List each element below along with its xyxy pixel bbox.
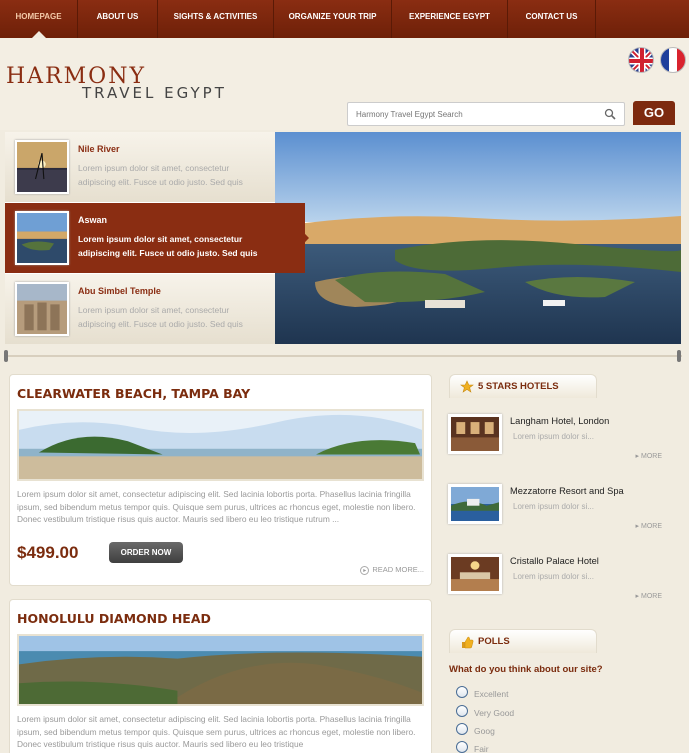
slide-title: Aswan bbox=[78, 215, 108, 225]
featured-slider: Nile River Lorem ipsum dolor sit amet, c… bbox=[5, 132, 681, 344]
polls-section-title: Polls bbox=[478, 636, 510, 647]
hotel-name[interactable]: Cristallo Palace Hotel bbox=[510, 556, 599, 566]
cristallo-palace-thumbnail[interactable] bbox=[448, 554, 502, 594]
hotel-name[interactable]: Langham Hotel, London bbox=[510, 416, 609, 426]
poll-option-label: Fair bbox=[474, 744, 489, 753]
radio-button[interactable] bbox=[456, 741, 468, 753]
slide-item-nile-river[interactable]: Nile River Lorem ipsum dolor sit amet, c… bbox=[5, 132, 275, 202]
search-go-button[interactable]: GO bbox=[633, 101, 675, 125]
hotel-more-link[interactable]: ▸ More bbox=[636, 592, 662, 600]
hotels-section-title: 5 Stars Hotels bbox=[478, 381, 559, 392]
hotel-item: Cristallo Palace Hotel Lorem ipsum dolor… bbox=[448, 554, 666, 610]
more-label: More bbox=[641, 523, 662, 530]
slide-title: Abu Simbel Temple bbox=[78, 286, 161, 296]
poll-option-label: Goog bbox=[474, 726, 495, 736]
slide-description: Lorem ipsum dolor sit amet, consectetur … bbox=[78, 163, 243, 187]
poll-option-label: Very Good bbox=[474, 708, 515, 718]
card-title[interactable]: Clearwater Beach, Tampa Bay bbox=[17, 386, 250, 401]
card-description: Lorem ipsum dolor sit amet, consectetur … bbox=[17, 714, 416, 750]
slide-description: Lorem ipsum dolor sit amet, consectetur … bbox=[78, 305, 243, 329]
main-nav: Homepage About us Sights & Activities Or… bbox=[0, 0, 689, 38]
nav-contact-us[interactable]: Contact us bbox=[508, 0, 596, 38]
thumbs-up-icon bbox=[462, 636, 474, 649]
radio-button[interactable] bbox=[456, 723, 468, 735]
nav-about-us[interactable]: About us bbox=[78, 0, 158, 38]
arrow-right-icon: ▸ bbox=[360, 565, 370, 575]
aswan-thumbnail bbox=[15, 211, 69, 265]
logo-travel-egypt: Travel Egypt bbox=[82, 84, 227, 102]
hotel-description: Lorem ipsum dolor si... bbox=[513, 502, 594, 511]
radio-button[interactable] bbox=[456, 705, 468, 717]
radio-button[interactable] bbox=[456, 686, 468, 698]
card-title[interactable]: Honolulu Diamond Head bbox=[17, 611, 211, 626]
more-label: More bbox=[641, 453, 662, 460]
slider-divider bbox=[4, 350, 682, 362]
hotel-more-link[interactable]: ▸ More bbox=[636, 522, 662, 530]
abu-simbel-thumbnail bbox=[15, 282, 69, 336]
hotel-name[interactable]: Mezzatorre Resort and Spa bbox=[510, 486, 624, 496]
star-icon bbox=[460, 380, 474, 393]
hotel-item: Langham Hotel, London Lorem ipsum dolor … bbox=[448, 414, 666, 470]
header: Harmony Travel Egypt GO bbox=[0, 38, 689, 130]
nav-sights-activities[interactable]: Sights & Activities bbox=[158, 0, 274, 38]
nav-experience-egypt[interactable]: Experience Egypt bbox=[392, 0, 508, 38]
polls-section-header: Polls bbox=[449, 629, 597, 653]
hotel-item: Mezzatorre Resort and Spa Lorem ipsum do… bbox=[448, 484, 666, 540]
nile-river-thumbnail bbox=[15, 140, 69, 194]
clearwater-beach-image bbox=[17, 409, 424, 481]
read-more-label: Read more... bbox=[372, 565, 424, 574]
card-description: Lorem ipsum dolor sit amet, consectetur … bbox=[17, 489, 416, 525]
langham-hotel-thumbnail[interactable] bbox=[448, 414, 502, 454]
english-flag-icon[interactable] bbox=[628, 47, 654, 73]
hotel-description: Lorem ipsum dolor si... bbox=[513, 572, 594, 581]
hotel-description: Lorem ipsum dolor si... bbox=[513, 432, 594, 441]
search-input[interactable] bbox=[348, 103, 588, 125]
order-now-button[interactable]: Order now bbox=[109, 542, 183, 563]
nav-organize-trip[interactable]: Organize your trip bbox=[274, 0, 392, 38]
honolulu-diamond-head-image bbox=[17, 634, 424, 706]
slide-item-abu-simbel[interactable]: Abu Simbel Temple Lorem ipsum dolor sit … bbox=[5, 274, 275, 344]
deal-price: $499.00 bbox=[17, 543, 79, 562]
deal-card-honolulu: Honolulu Diamond Head Lorem ipsum dolor … bbox=[9, 599, 432, 753]
mezzatorre-thumbnail[interactable] bbox=[448, 484, 502, 524]
more-label: More bbox=[641, 593, 662, 600]
nav-homepage[interactable]: Homepage bbox=[0, 0, 78, 38]
site-logo[interactable]: Harmony Travel Egypt bbox=[6, 64, 224, 102]
hotel-more-link[interactable]: ▸ More bbox=[636, 452, 662, 460]
slide-item-aswan[interactable]: Aswan Lorem ipsum dolor sit amet, consec… bbox=[5, 203, 309, 273]
search-icon[interactable] bbox=[604, 108, 616, 120]
slide-title: Nile River bbox=[78, 144, 120, 154]
poll-question: What do you think about our site? bbox=[449, 664, 603, 675]
read-more-link[interactable]: ▸ Read more... bbox=[360, 565, 424, 575]
deal-card-clearwater: Clearwater Beach, Tampa Bay Lorem ipsum … bbox=[9, 374, 432, 586]
french-flag-icon[interactable] bbox=[660, 47, 686, 73]
aswan-slide-image bbox=[275, 132, 681, 344]
hotels-section-header: 5 Stars Hotels bbox=[449, 374, 597, 398]
search-field bbox=[347, 102, 625, 126]
slide-description: Lorem ipsum dolor sit amet, consectetur … bbox=[78, 234, 258, 258]
poll-option-label: Excellent bbox=[474, 689, 509, 699]
